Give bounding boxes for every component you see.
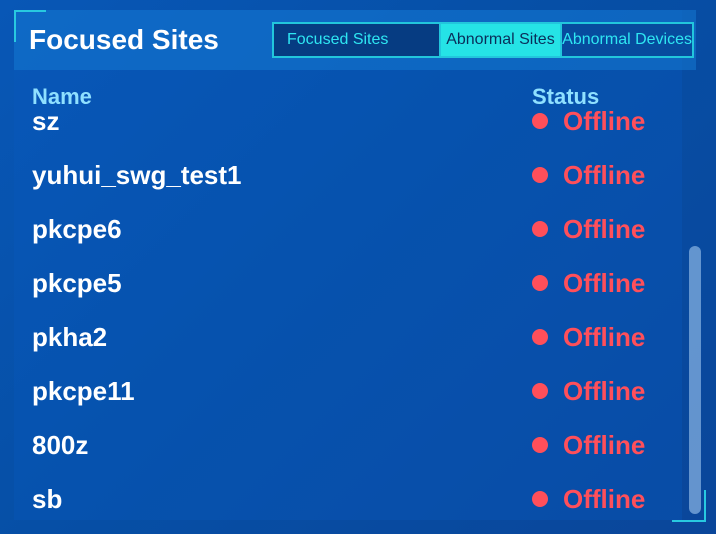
tab-abnormal-devices[interactable]: Abnormal Devices (560, 24, 692, 56)
table-row[interactable]: pkha2 Offline (0, 310, 680, 364)
site-name: 800z (32, 430, 89, 460)
tab-bar: Focused Sites Abnormal Sites Abnormal De… (272, 22, 694, 58)
offline-status-dot-icon (532, 437, 548, 453)
table-row[interactable]: sb Offline (0, 472, 680, 526)
site-status: Offline (563, 484, 646, 514)
site-name: sb (32, 484, 63, 514)
scrollbar-thumb[interactable] (689, 246, 701, 514)
site-status: Offline (563, 214, 646, 244)
site-status: Offline (563, 376, 646, 406)
table-row[interactable]: pkcpe6 Offline (0, 202, 680, 256)
table-row[interactable]: yuhui_swg_test1 Offline (0, 148, 680, 202)
table-row[interactable]: 800z Offline (0, 418, 680, 472)
site-name: pkcpe6 (32, 214, 122, 244)
offline-status-dot-icon (532, 167, 548, 183)
offline-status-dot-icon (532, 113, 548, 129)
site-list: sz Offline yuhui_swg_test1 Offline pkcpe… (0, 0, 716, 534)
column-header-status: Status (532, 84, 600, 109)
site-name: pkcpe5 (32, 268, 122, 298)
focused-sites-panel: sz Offline yuhui_swg_test1 Offline pkcpe… (0, 0, 716, 534)
offline-status-dot-icon (532, 221, 548, 237)
tab-focused-sites[interactable]: Focused Sites (274, 24, 439, 56)
site-name: sz (32, 106, 60, 136)
site-name: pkha2 (32, 322, 108, 352)
site-name: pkcpe11 (32, 376, 135, 406)
offline-status-dot-icon (532, 491, 548, 507)
site-status: Offline (563, 268, 646, 298)
panel-title: Focused Sites (29, 24, 219, 55)
site-status: Offline (563, 106, 646, 136)
tab-abnormal-sites[interactable]: Abnormal Sites (438, 24, 561, 56)
column-header-name: Name (32, 84, 92, 109)
offline-status-dot-icon (532, 383, 548, 399)
offline-status-dot-icon (532, 329, 548, 345)
site-status: Offline (563, 322, 646, 352)
scrollbar[interactable] (689, 246, 701, 514)
site-name: yuhui_swg_test1 (32, 160, 242, 190)
site-status: Offline (563, 430, 646, 460)
offline-status-dot-icon (532, 275, 548, 291)
site-status: Offline (563, 160, 646, 190)
table-row[interactable]: pkcpe11 Offline (0, 364, 680, 418)
table-row[interactable]: pkcpe5 Offline (0, 256, 680, 310)
